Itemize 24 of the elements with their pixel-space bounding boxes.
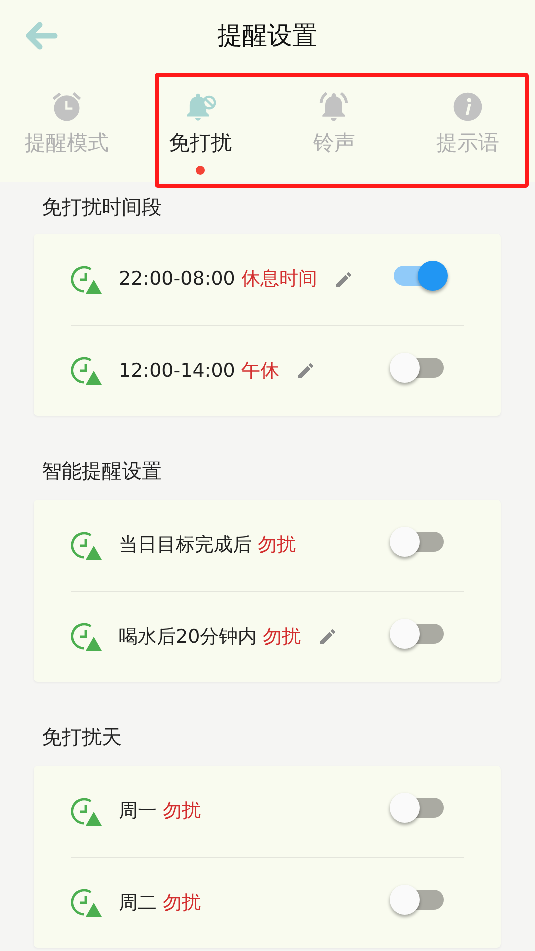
section-title: 免打扰时间段 [41, 194, 163, 221]
clock-icon [71, 264, 103, 296]
setting-label: 12:00-14:00 午休 [119, 358, 280, 384]
page-title: 提醒设置 [218, 20, 318, 52]
setting-label: 22:00-08:00 休息时间 [119, 267, 318, 292]
clock-icon [71, 355, 103, 387]
setting-label: 周二 勿扰 [119, 890, 202, 916]
section-title: 免打扰天 [41, 724, 123, 751]
pencil-icon [334, 270, 354, 290]
tab[interactable]: 提醒模式 [0, 72, 134, 182]
tab[interactable]: 铃声 [268, 72, 402, 182]
section-title: 智能提醒设置 [41, 458, 163, 485]
setting-label: 喝水后20分钟内 勿扰 [119, 624, 302, 650]
clock-icon [71, 796, 103, 828]
clock-icon [71, 530, 103, 562]
tab[interactable]: 提示语 [401, 72, 535, 182]
tab[interactable]: 免打扰 [134, 72, 268, 182]
clock-icon [71, 621, 103, 653]
setting-label: 周一 勿扰 [119, 799, 202, 824]
pencil-icon [296, 361, 316, 381]
pencil-icon [318, 627, 338, 647]
clock-icon [71, 887, 103, 919]
setting-label: 当日目标完成后 勿扰 [119, 533, 296, 558]
back-arrow-icon [24, 21, 60, 51]
